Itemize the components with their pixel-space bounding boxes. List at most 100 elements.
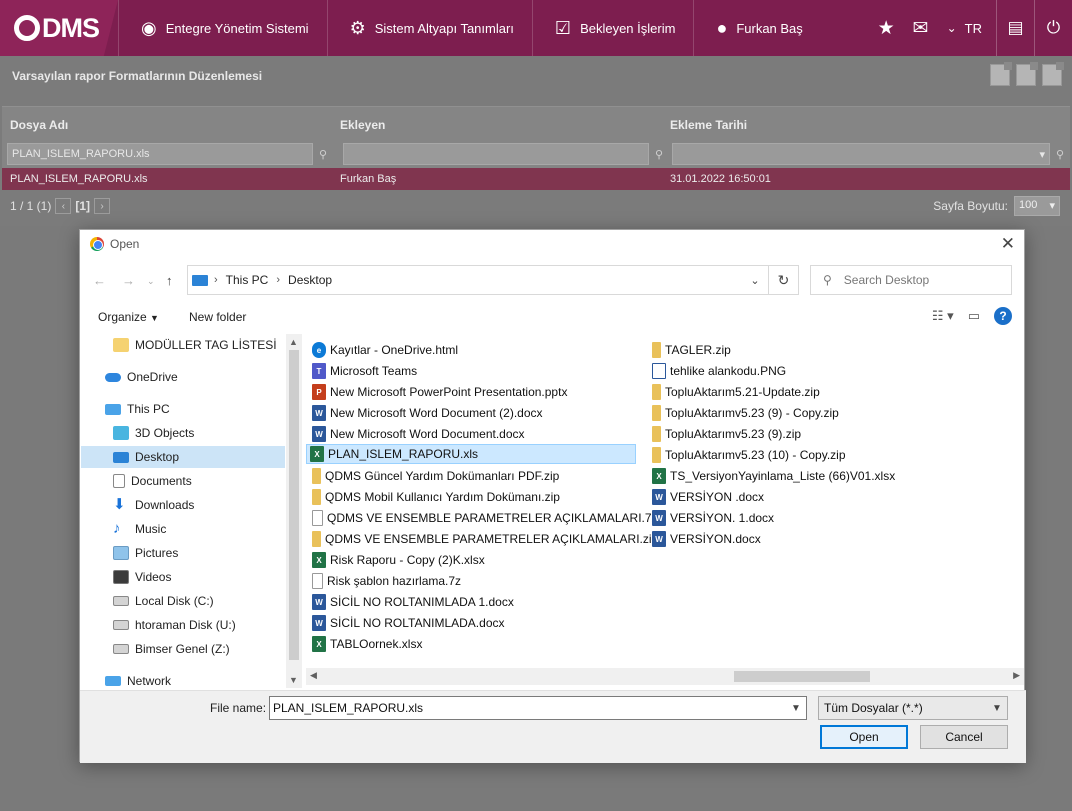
word-icon: W (652, 489, 666, 505)
file-item[interactable]: W SİCİL NO ROLTANIMLADA.docx (309, 613, 505, 633)
folder-icon (113, 338, 129, 352)
delete-file-icon[interactable] (1042, 62, 1064, 86)
file-item[interactable]: e Kayıtlar - OneDrive.html (309, 340, 458, 360)
tree-item-downloads[interactable]: ⬇ Downloads (81, 494, 285, 516)
breadcrumb-this-pc[interactable]: This PC (226, 273, 269, 287)
qdms-logo[interactable]: DMS (0, 0, 118, 56)
tree-item-local-disk[interactable]: Local Disk (C:) (81, 590, 285, 612)
close-icon[interactable]: ✕ (1001, 234, 1015, 254)
prev-page-button[interactable]: ‹ (55, 198, 72, 214)
tree-item-music[interactable]: ♪ Music (81, 518, 285, 540)
file-item[interactable]: W SİCİL NO ROLTANIMLADA 1.docx (309, 592, 514, 612)
tree-item-desktop[interactable]: Desktop (81, 446, 285, 468)
tree-item-pictures[interactable]: Pictures (81, 542, 285, 564)
file-item-selected[interactable]: X PLAN_ISLEM_RAPORU.xls (306, 444, 636, 464)
refresh-icon[interactable]: ↻ (769, 265, 799, 295)
search-input[interactable]: ⚲ Search Desktop (810, 265, 1012, 295)
scroll-thumb[interactable] (734, 671, 870, 682)
edit-file-icon[interactable] (1016, 62, 1038, 86)
file-item[interactable]: W New Microsoft Word Document (2).docx (309, 403, 543, 423)
scroll-right-icon[interactable]: ▶ (1013, 670, 1020, 681)
page-size-select[interactable]: 100 ▾ (1014, 196, 1060, 216)
up-arrow-icon[interactable]: ↑ (166, 273, 173, 288)
organize-menu[interactable]: Organize ▼ (98, 310, 159, 324)
add-file-icon[interactable] (990, 62, 1012, 86)
help-book-button[interactable]: ▤ (996, 0, 1034, 56)
file-item[interactable]: tehlike alankodu.PNG (649, 361, 786, 381)
file-item[interactable]: W VERSİYON.docx (649, 529, 761, 549)
desktop-icon (113, 451, 129, 463)
music-icon: ♪ (113, 520, 121, 537)
help-icon[interactable]: ? (994, 307, 1012, 325)
nav-user[interactable]: ● Furkan Baş (693, 0, 820, 56)
file-item[interactable]: T Microsoft Teams (309, 361, 417, 381)
tree-item-onedrive[interactable]: OneDrive (81, 366, 285, 388)
tree-scrollbar[interactable]: ▲ ▼ (286, 334, 302, 688)
file-item[interactable]: W VERSİYON .docx (649, 487, 764, 507)
file-list-scrollbar[interactable]: ◀ ▶ (306, 668, 1024, 685)
pager-current[interactable]: [1] (75, 199, 90, 213)
tree-item-3d-objects[interactable]: 3D Objects (81, 422, 285, 444)
nav-sistem-altyapi[interactable]: ⚙ Sistem Altyapı Tanımları (326, 0, 532, 56)
file-name-input[interactable]: PLAN_ISLEM_RAPORU.xls ▼ (269, 696, 807, 720)
recent-locations-icon[interactable]: ⌄ (147, 276, 155, 287)
next-page-button[interactable]: › (94, 198, 111, 214)
preview-pane-icon[interactable]: ▭ (968, 308, 980, 324)
filter-icon[interactable]: ⚲ (649, 148, 669, 161)
pager: 1 / 1 (1) ‹ [1] › Sayfa Boyutu: 100 ▾ (2, 190, 1070, 222)
file-item[interactable]: X Risk Raporu - Copy (2)K.xlsx (309, 550, 485, 570)
breadcrumb-desktop[interactable]: Desktop (288, 273, 332, 287)
file-item[interactable]: X TABLOornek.xlsx (309, 634, 422, 654)
table-row[interactable]: PLAN_ISLEM_RAPORU.xls Furkan Baş 31.01.2… (2, 168, 1070, 190)
tree-item-moduller-tag[interactable]: MODÜLLER TAG LİSTESİ (81, 334, 285, 356)
file-item[interactable]: TopluAktarımv5.23 (9).zip (649, 424, 801, 444)
file-item[interactable]: TopluAktarımv5.23 (9) - Copy.zip (649, 403, 839, 423)
filter-ekleme-tarihi[interactable]: ▾ (672, 143, 1050, 165)
file-type-select[interactable]: Tüm Dosyalar (*.*) ▼ (818, 696, 1008, 720)
tree-item-htoraman-disk[interactable]: htoraman Disk (U:) (81, 614, 285, 636)
scroll-thumb[interactable] (289, 350, 299, 660)
scroll-up-icon[interactable]: ▲ (289, 337, 298, 347)
file-item[interactable]: TAGLER.zip (649, 340, 731, 360)
filter-icon[interactable]: ⚲ (1050, 148, 1070, 161)
star-icon[interactable]: ★ (878, 17, 895, 40)
filter-ekleyen[interactable] (343, 143, 649, 165)
file-item[interactable]: Risk şablon hazırlama.7z (309, 571, 461, 591)
open-button[interactable]: Open (820, 725, 908, 749)
tree-item-network[interactable]: Network (81, 670, 285, 688)
filter-icon[interactable]: ⚲ (313, 148, 333, 161)
forward-arrow-icon[interactable]: → (122, 273, 135, 288)
new-folder-button[interactable]: New folder (189, 310, 246, 324)
column-ekleyen[interactable]: Ekleyen (332, 107, 662, 140)
language-selector[interactable]: ⌄ TR (947, 21, 982, 36)
tree-item-documents[interactable]: Documents (81, 470, 285, 492)
power-button[interactable]: ⏻ (1034, 0, 1072, 56)
back-arrow-icon[interactable]: ← (93, 273, 106, 288)
filter-dosya-adi[interactable]: PLAN_ISLEM_RAPORU.xls (7, 143, 313, 165)
file-item[interactable]: TopluAktarım5.21-Update.zip (649, 382, 820, 402)
column-ekleme-tarihi[interactable]: Ekleme Tarihi (662, 107, 1052, 140)
file-item[interactable]: QDMS Mobil Kullanıcı Yardım Dokümanı.zip (309, 487, 560, 507)
tree-item-this-pc[interactable]: This PC (81, 398, 285, 420)
file-item[interactable]: W New Microsoft Word Document.docx (309, 424, 525, 444)
tree-item-videos[interactable]: Videos (81, 566, 285, 588)
file-item[interactable]: QDMS VE ENSEMBLE PARAMETRELER AÇIKLAMALA… (309, 508, 658, 528)
nav-entegre-yonetim[interactable]: ◉ Entegre Yönetim Sistemi (118, 0, 327, 56)
mail-icon[interactable]: ✉ (913, 17, 929, 40)
file-item[interactable]: P New Microsoft PowerPoint Presentation.p… (309, 382, 567, 402)
file-item[interactable]: QDMS VE ENSEMBLE PARAMETRELER AÇIKLAMALA… (309, 529, 658, 549)
chevron-down-icon[interactable]: ⌄ (742, 274, 768, 287)
nav-bekleyen-islerim[interactable]: ☑ Bekleyen İşlerim (531, 0, 694, 56)
scroll-left-icon[interactable]: ◀ (310, 670, 317, 681)
file-item[interactable]: QDMS Güncel Yardım Dokümanları PDF.zip (309, 466, 559, 486)
file-item[interactable]: TopluAktarımv5.23 (10) - Copy.zip (649, 445, 846, 465)
cancel-button[interactable]: Cancel (920, 725, 1008, 749)
scroll-down-icon[interactable]: ▼ (289, 675, 298, 685)
file-item[interactable]: X TS_VersiyonYayinlama_Liste (66)V01.xlsx (649, 466, 895, 486)
column-dosya-adi[interactable]: Dosya Adı (2, 107, 332, 140)
file-item[interactable]: W VERSİYON. 1.docx (649, 508, 774, 528)
tree-item-bimser-genel[interactable]: Bimser Genel (Z:) (81, 638, 285, 660)
view-options-icon[interactable]: ☷ ▾ (932, 308, 954, 324)
chevron-down-icon[interactable]: ▼ (786, 703, 806, 714)
address-bar[interactable]: › This PC › Desktop ⌄ (187, 265, 769, 295)
